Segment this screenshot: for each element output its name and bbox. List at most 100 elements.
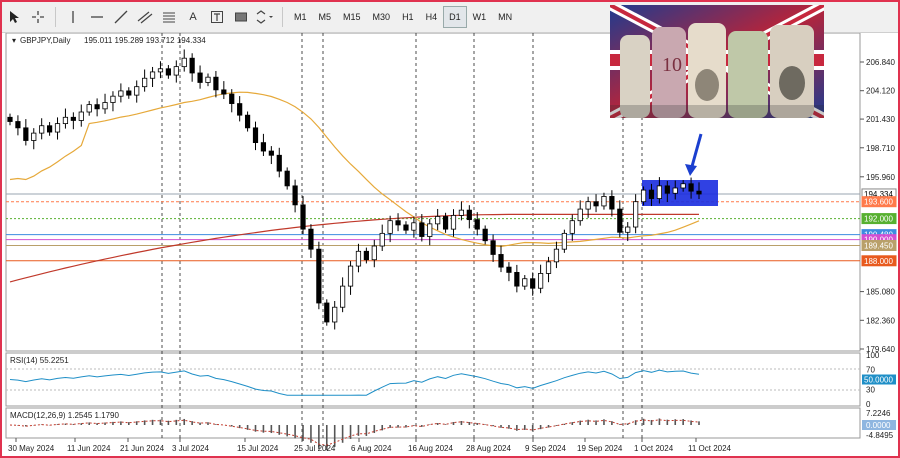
rsi-tick-label: 70 — [866, 366, 875, 375]
text-tool-button[interactable]: A — [182, 6, 204, 28]
rectangle-label-icon[interactable] — [230, 6, 252, 28]
candle-body — [142, 77, 148, 88]
candle-body — [569, 220, 575, 234]
macd-axis: 7.2246 0.0000-4.8495 — [862, 409, 896, 440]
candle-body — [648, 189, 655, 199]
candle-body — [332, 306, 338, 323]
timeframe-m1[interactable]: M1 — [288, 6, 313, 28]
candle-body — [110, 95, 116, 103]
macd-pane[interactable] — [5, 407, 861, 439]
candle-body — [39, 125, 45, 134]
date-tick-label: 16 Aug 2024 — [408, 444, 453, 453]
price-tick-label: 182.360 — [866, 316, 895, 325]
candle-body — [617, 208, 623, 233]
candle-body — [561, 232, 567, 250]
date-tick-label: 15 Jul 2024 — [237, 444, 279, 453]
candle-body — [252, 127, 259, 144]
currency-photo: 10 — [610, 5, 824, 118]
candle-body — [672, 187, 678, 194]
trendline-icon[interactable] — [110, 6, 132, 28]
price-tick-label: 195.960 — [866, 173, 895, 182]
macd-tick-label: 0.0000 — [866, 421, 891, 430]
candle-body — [31, 132, 37, 141]
candle-body — [205, 76, 211, 83]
macd-title: MACD(12,26,9) 1.2545 1.1790 — [10, 411, 120, 420]
candle-body — [237, 103, 243, 116]
terminal-window: A M1 M5 M15 M30 H1 H4 D1 W1 MN 206.840 2… — [0, 0, 900, 458]
cursor-tool-icon[interactable] — [3, 6, 25, 28]
candle-body — [126, 90, 132, 96]
candle-body — [664, 185, 670, 194]
price-tick-label: 185.080 — [866, 288, 895, 297]
candle-body — [625, 226, 631, 233]
candle-body — [54, 123, 61, 133]
candle-body — [78, 111, 84, 121]
candle-body — [340, 285, 346, 308]
candle-body — [229, 93, 235, 104]
fibonacci-icon[interactable] — [158, 6, 180, 28]
candle-body — [324, 302, 330, 323]
date-tick-label: 6 Aug 2024 — [351, 444, 392, 453]
chart-header-ohlc: 195.011 195.289 193.712 194.334 — [84, 36, 206, 45]
candle-body — [94, 104, 100, 110]
rsi-current-value: 50.0000 — [864, 376, 893, 385]
price-level-value: 193.600 — [864, 198, 893, 207]
text-label-icon[interactable] — [206, 6, 228, 28]
candle-body — [149, 71, 156, 79]
candle-body — [118, 90, 124, 97]
candle-body — [490, 240, 496, 255]
candle-body — [466, 209, 472, 221]
candle-body — [506, 266, 512, 273]
price-tick-label: 206.840 — [866, 58, 895, 67]
chart-header-symbol: GBPJPY,Daily — [20, 36, 71, 45]
candle-body — [609, 196, 615, 210]
timeframe-w1[interactable]: W1 — [467, 6, 493, 28]
timeframe-h1[interactable]: H1 — [396, 6, 420, 28]
macd-tick-label: 7.2246 — [866, 409, 891, 418]
timeframe-m30[interactable]: M30 — [367, 6, 397, 28]
candle-body — [276, 154, 282, 172]
rsi-axis: 100 7050.000030 0 — [862, 351, 896, 409]
candle-body — [435, 216, 441, 225]
timeframe-h4[interactable]: H4 — [420, 6, 444, 28]
candle-body — [347, 265, 354, 287]
candle-body — [403, 224, 409, 231]
vertical-line-icon[interactable] — [62, 6, 84, 28]
timeframe-d1[interactable]: D1 — [443, 6, 467, 28]
candle-body — [292, 185, 298, 206]
price-level-value: 189.450 — [864, 241, 893, 250]
price-tick-label: 198.710 — [866, 144, 895, 153]
candle-body — [260, 142, 267, 152]
price-tick-label: 201.430 — [866, 115, 895, 124]
candle-body — [530, 278, 536, 289]
candle-body — [308, 228, 314, 250]
timeframe-mn[interactable]: MN — [492, 6, 518, 28]
candle-body — [450, 215, 457, 230]
crosshair-icon[interactable] — [27, 6, 49, 28]
horizontal-line-icon[interactable] — [86, 6, 108, 28]
candle-body — [157, 68, 164, 73]
channel-icon[interactable] — [134, 6, 156, 28]
candle-body — [23, 127, 29, 141]
candle-body — [601, 196, 607, 207]
candle-body — [498, 254, 504, 268]
date-tick-label: 28 Aug 2024 — [466, 444, 511, 453]
rsi-tick-label: 30 — [866, 385, 875, 394]
candle-body — [688, 183, 694, 192]
candle-body — [284, 170, 290, 187]
candle-body — [553, 248, 560, 263]
date-tick-label: 30 May 2024 — [8, 444, 55, 453]
date-tick-label: 19 Sep 2024 — [577, 444, 623, 453]
price-level-value: 192.000 — [864, 215, 893, 224]
chart-header-symbol-icon: ▾ — [12, 36, 16, 45]
candle-body — [7, 116, 13, 122]
candle-body — [585, 201, 591, 210]
timeframe-m15[interactable]: M15 — [337, 6, 367, 28]
candle-body — [395, 220, 401, 226]
candle-body — [577, 208, 583, 222]
candle-body — [102, 102, 108, 110]
candle-body — [134, 86, 140, 96]
rsi-pane[interactable] — [5, 352, 861, 407]
timeframe-m5[interactable]: M5 — [313, 6, 338, 28]
shapes-menu-icon[interactable] — [254, 6, 276, 28]
